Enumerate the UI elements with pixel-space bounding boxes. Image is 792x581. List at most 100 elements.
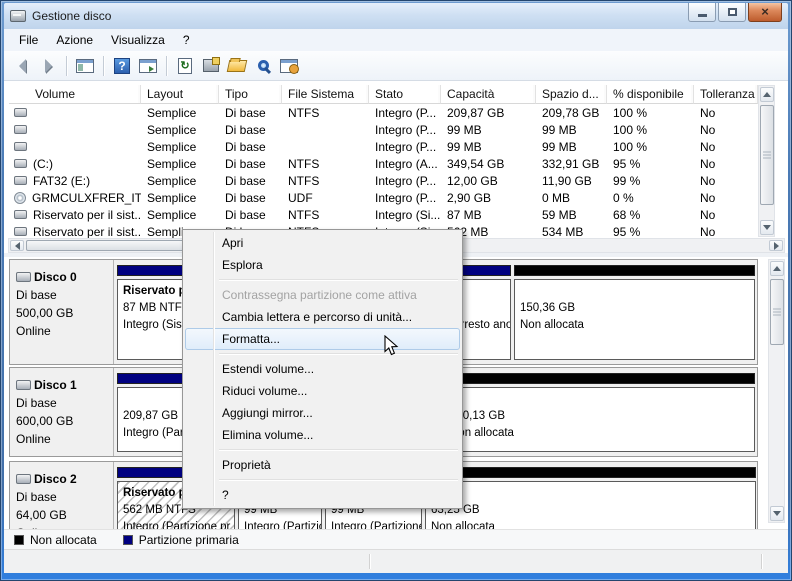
forward-button[interactable]: [36, 54, 60, 78]
cell-tipo: Di base: [219, 172, 282, 189]
legend-label: Non allocata: [30, 533, 97, 547]
open-folder-button[interactable]: [225, 54, 249, 78]
toolbar-separator: [103, 56, 104, 76]
disk-management-window: Gestione disco × FileAzioneVisualizza? ?…: [0, 0, 792, 581]
volume-name: (C:): [33, 157, 53, 171]
minimize-button[interactable]: [688, 3, 716, 22]
context-menu-item-elimina-volume[interactable]: Elimina volume...: [185, 424, 460, 446]
unallocated-region[interactable]: 150,36 GBNon allocata: [514, 265, 755, 360]
context-menu-item-esplora[interactable]: Esplora: [185, 254, 460, 276]
volume-list-vscrollbar[interactable]: [758, 85, 775, 237]
scroll-down-button[interactable]: [770, 506, 784, 521]
partition-name: [520, 283, 754, 300]
menubar-item-help[interactable]: ?: [174, 30, 199, 50]
unallocated-region[interactable]: 63,25 GBNon allocata: [425, 467, 756, 529]
volume-name: FAT32 (E:): [33, 174, 90, 188]
drive-icon: [14, 159, 27, 168]
action-pane-button[interactable]: [136, 54, 160, 78]
vscroll-thumb[interactable]: [760, 105, 774, 205]
cell-disponibile: 0 %: [607, 189, 694, 206]
table-row[interactable]: GRMCULXFRER_IT...SempliceDi baseUDFInteg…: [9, 189, 758, 206]
cell-volume: (C:): [9, 155, 141, 172]
cell-file-sistema: NTFS: [282, 172, 369, 189]
table-row[interactable]: FAT32 (E:)SempliceDi baseNTFSIntegro (P.…: [9, 172, 758, 189]
disk-name-text: Disco 1: [34, 376, 77, 394]
drive-icon: [14, 227, 27, 236]
close-button[interactable]: ×: [748, 3, 782, 22]
context-menu-item-aggiungi-mirror[interactable]: Aggiungi mirror...: [185, 402, 460, 424]
column-header-tolleranza-d[interactable]: Tolleranza d: [694, 85, 758, 104]
context-menu-item-propriet[interactable]: Proprietà: [185, 454, 460, 476]
scroll-down-button[interactable]: [760, 220, 774, 235]
scroll-left-button[interactable]: [10, 240, 24, 251]
table-row[interactable]: SempliceDi baseNTFSIntegro (P...209,87 G…: [9, 104, 758, 121]
legend-label: Partizione primaria: [139, 533, 239, 547]
minimize-icon: [698, 14, 707, 17]
scroll-down-icon: [773, 511, 781, 516]
context-menu: ApriEsploraContrassegna partizione come …: [182, 229, 463, 509]
disk-name: Disco 0: [16, 268, 109, 286]
title-bar[interactable]: Gestione disco ×: [4, 3, 788, 29]
context-menu-item-cambia-lettera-e-percorso-di-unit[interactable]: Cambia lettera e percorso di unità...: [185, 306, 460, 328]
table-row[interactable]: (C:)SempliceDi baseNTFSIntegro (A...349,…: [9, 155, 758, 172]
menu-separator: [219, 353, 458, 354]
table-row[interactable]: SempliceDi baseIntegro (P...99 MB99 MB10…: [9, 138, 758, 155]
disk-pane-vscrollbar[interactable]: [768, 259, 785, 523]
cell-disponibile: 95 %: [607, 155, 694, 172]
table-row[interactable]: Riservato per il sist...SempliceDi baseN…: [9, 206, 758, 223]
cell-tipo: Di base: [219, 138, 282, 155]
column-header-volume[interactable]: Volume: [9, 85, 141, 104]
volume-list-header: VolumeLayoutTipoFile SistemaStatoCapacit…: [9, 85, 758, 104]
column-header-stato[interactable]: Stato: [369, 85, 441, 104]
scroll-right-button[interactable]: [769, 240, 783, 251]
help-icon: ?: [114, 58, 130, 74]
disk-label[interactable]: Disco 0Di base500,00 GBOnline: [10, 260, 114, 364]
console-tree-button[interactable]: [73, 54, 97, 78]
cell-stato: Integro (P...: [369, 104, 441, 121]
column-header-disponibile[interactable]: % disponibile: [607, 85, 694, 104]
disk-label[interactable]: Disco 2Di base64,00 GBOnline: [10, 462, 114, 529]
column-header-file-sistema[interactable]: File Sistema: [282, 85, 369, 104]
legend-item-non-allocata: Non allocata: [14, 533, 97, 547]
refresh-button[interactable]: ↻: [173, 54, 197, 78]
partition-color-bar: [425, 467, 756, 478]
cell-tolleranza-d: No: [694, 206, 758, 223]
cd-icon: [14, 192, 26, 204]
rescan-button[interactable]: [251, 54, 275, 78]
disk-label[interactable]: Disco 1Di base600,00 GBOnline: [10, 368, 114, 456]
cell-tolleranza-d: No: [694, 189, 758, 206]
vscroll-thumb[interactable]: [770, 279, 784, 345]
context-menu-item-apri[interactable]: Apri: [185, 232, 460, 254]
context-menu-item-help[interactable]: ?: [185, 484, 460, 506]
back-button[interactable]: [10, 54, 34, 78]
manage-icon: [280, 59, 298, 73]
table-row[interactable]: SempliceDi baseIntegro (P...99 MB99 MB10…: [9, 121, 758, 138]
menubar-item-visualizza[interactable]: Visualizza: [102, 30, 174, 50]
unallocated-region[interactable]: 390,13 GBNon allocata: [444, 373, 755, 452]
cell-spazio-d: 0 MB: [536, 189, 607, 206]
column-header-capacit[interactable]: Capacità: [441, 85, 536, 104]
scroll-up-button[interactable]: [770, 261, 784, 276]
column-header-spazio-d[interactable]: Spazio d...: [536, 85, 607, 104]
column-header-tipo[interactable]: Tipo: [219, 85, 282, 104]
forward-icon: [45, 59, 52, 73]
scroll-up-button[interactable]: [760, 87, 774, 102]
legend-bar: Non allocata Partizione primaria: [4, 529, 788, 549]
cell-capacit: 99 MB: [441, 138, 536, 155]
cell-tolleranza-d: No: [694, 104, 758, 121]
manage-button[interactable]: [277, 54, 301, 78]
context-menu-item-estendi-volume[interactable]: Estendi volume...: [185, 358, 460, 380]
menubar-item-azione[interactable]: Azione: [47, 30, 102, 50]
context-menu-item-riduci-volume[interactable]: Riduci volume...: [185, 380, 460, 402]
column-header-layout[interactable]: Layout: [141, 85, 219, 104]
scroll-up-icon: [763, 92, 771, 97]
menubar-item-file[interactable]: File: [10, 30, 47, 50]
properties-button[interactable]: [199, 54, 223, 78]
help-button[interactable]: ?: [110, 54, 134, 78]
cell-layout: Semplice: [141, 172, 219, 189]
restore-button[interactable]: [718, 3, 746, 22]
partition-size: 390,13 GB: [450, 408, 754, 425]
cell-layout: Semplice: [141, 206, 219, 223]
cell-volume: [9, 121, 141, 138]
context-menu-item-formatta[interactable]: Formatta...: [185, 328, 460, 350]
